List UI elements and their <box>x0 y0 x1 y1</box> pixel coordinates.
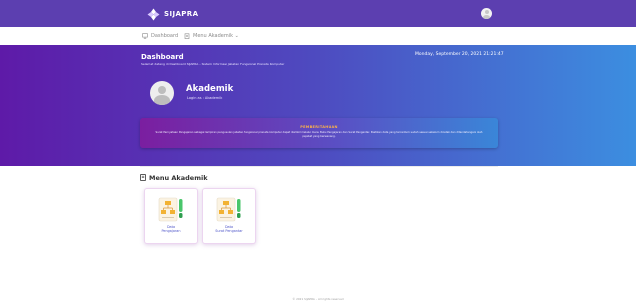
nav-dashboard[interactable]: Dashboard <box>142 32 178 40</box>
notice-panel: PEMBERITAHUAN Surat Pernyataan Pengajara… <box>140 118 498 148</box>
menu-card-label: Data Pengajaran <box>145 225 197 234</box>
page-title: Dashboard <box>141 53 184 61</box>
nav-dashboard-label: Dashboard <box>151 33 179 39</box>
divider <box>140 166 498 167</box>
clipboard-icon <box>184 33 190 39</box>
profile-avatar <box>150 81 174 105</box>
nav-menu-akademik-label: Menu Akademik ⌄ <box>193 33 239 39</box>
page-subtitle: Selamat datang di Dashboard SIJAPRA – Si… <box>141 62 285 66</box>
user-avatar-button[interactable] <box>481 8 492 19</box>
profile-role: Login as : Akademik <box>187 96 223 100</box>
monitor-icon <box>142 33 148 39</box>
book-icon <box>140 174 146 181</box>
menu-card-pengajaran[interactable]: Data Pengajaran <box>144 188 198 244</box>
menu-card-surat-pengantar[interactable]: Data Surat Pengantar <box>202 188 256 244</box>
section-heading: Menu Akademik <box>140 173 208 182</box>
notice-title: PEMBERITAHUAN <box>300 125 338 129</box>
top-navbar: SIJAPRA <box>0 0 636 27</box>
menu-card-label: Data Surat Pengantar <box>203 225 255 234</box>
menu-card-label-line2: Surat Pengantar <box>215 229 243 234</box>
notice-body: Surat Pernyataan Pengajaran sebagai lamp… <box>155 131 483 139</box>
brand[interactable]: SIJAPRA <box>147 7 198 21</box>
brand-logo-icon <box>147 8 160 20</box>
nav-menu-akademik[interactable]: Menu Akademik ⌄ <box>184 32 239 40</box>
org-chart-document-icon <box>158 197 183 222</box>
section-title: Menu Akademik <box>149 173 208 182</box>
datetime: Monday, September 20, 2021 21:21:47 <box>415 52 504 57</box>
profile-name: Akademik <box>186 84 234 94</box>
menu-card-label-line2: Pengajaran <box>161 229 181 234</box>
sub-navbar: Dashboard Menu Akademik ⌄ <box>0 27 636 46</box>
org-chart-document-icon <box>216 197 241 222</box>
brand-name: SIJAPRA <box>164 10 199 18</box>
footer-copyright: © 2021 SIJAPRA – All rights reserved <box>292 297 344 301</box>
